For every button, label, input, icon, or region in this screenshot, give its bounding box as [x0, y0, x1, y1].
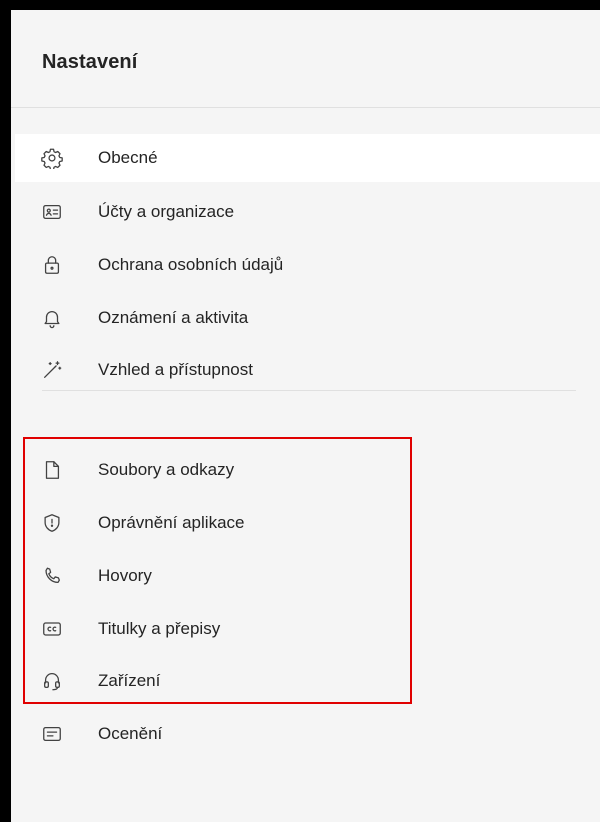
bell-icon	[40, 306, 64, 330]
sidebar-item-label: Obecné	[98, 148, 158, 167]
sidebar-item-files[interactable]: Soubory a odkazy	[15, 446, 600, 494]
sidebar-item-privacy[interactable]: Ochrana osobních údajů	[15, 241, 600, 289]
shield-icon	[40, 511, 64, 535]
sidebar-item-praise[interactable]: Ocenění	[15, 710, 600, 758]
sidebar-item-label: Hovory	[98, 566, 152, 585]
sidebar-item-label: Ocenění	[98, 724, 163, 743]
sidebar-item-captions[interactable]: Titulky a přepisy	[15, 605, 600, 653]
headset-icon	[40, 669, 64, 693]
page-title: Nastavení	[42, 51, 138, 73]
sidebar-item-label: Zařízení	[98, 671, 161, 690]
sidebar-item-devices[interactable]: Zařízení	[15, 657, 600, 705]
header-divider	[11, 107, 600, 108]
sidebar-item-label: Soubory a odkazy	[98, 460, 235, 479]
document-icon	[40, 458, 64, 482]
closed-captions-icon	[40, 617, 64, 641]
sidebar-item-label: Účty a organizace	[98, 202, 235, 221]
section-divider	[42, 390, 576, 391]
phone-icon	[40, 564, 64, 588]
sidebar-item-label: Ochrana osobních údajů	[98, 255, 284, 274]
sidebar-item-label: Oznámení a aktivita	[98, 308, 249, 327]
sidebar-item-app-permissions[interactable]: Oprávnění aplikace	[15, 499, 600, 547]
sidebar-item-label: Oprávnění aplikace	[98, 513, 245, 532]
magic-wand-icon	[40, 358, 64, 382]
sidebar-item-calls[interactable]: Hovory	[15, 552, 600, 600]
gear-icon	[40, 146, 64, 170]
settings-panel: Nastavení Obecné Účty a organizace Ochra…	[11, 10, 600, 822]
sidebar-item-general[interactable]: Obecné	[15, 134, 600, 182]
lock-icon	[40, 253, 64, 277]
card-text-icon	[40, 722, 64, 746]
sidebar-item-label: Titulky a přepisy	[98, 619, 221, 638]
id-card-icon	[40, 200, 64, 224]
sidebar-item-accounts[interactable]: Účty a organizace	[15, 188, 600, 236]
sidebar-item-notifications[interactable]: Oznámení a aktivita	[15, 294, 600, 342]
sidebar-item-appearance[interactable]: Vzhled a přístupnost	[15, 346, 600, 394]
sidebar-item-label: Vzhled a přístupnost	[98, 360, 253, 379]
